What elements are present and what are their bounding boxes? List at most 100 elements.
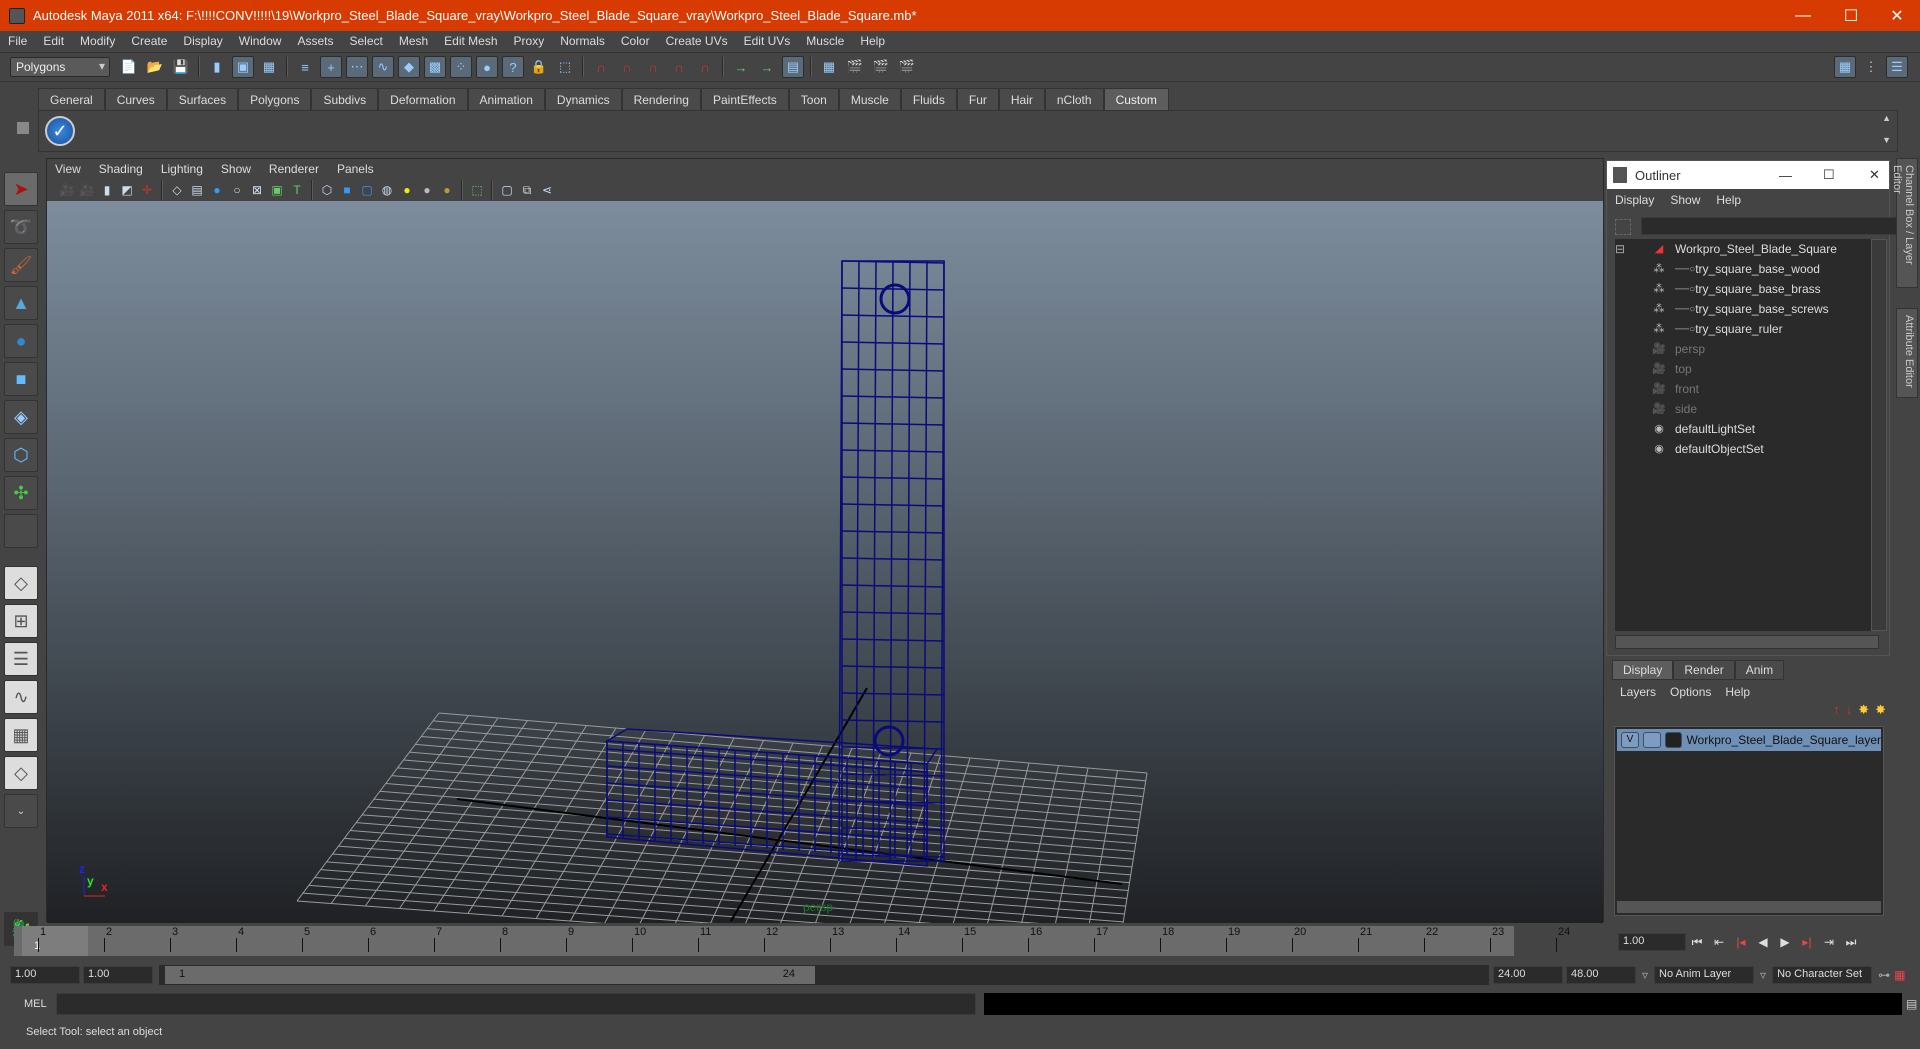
last-tool-slot[interactable]	[4, 514, 38, 548]
outliner-item[interactable]: ◉ defaultLightSet	[1615, 419, 1879, 439]
step-back-key-button[interactable]: ⇤	[1708, 935, 1730, 949]
step-forward-frame-button[interactable]: ▸|	[1796, 935, 1818, 949]
menu-mesh[interactable]: Mesh	[399, 34, 428, 48]
select-dynamics-icon[interactable]: ⁘	[450, 56, 472, 78]
shelf-tab-surfaces[interactable]: Surfaces	[166, 88, 239, 110]
shelf-tab-ncloth[interactable]: nCloth	[1044, 88, 1104, 110]
maximize-button[interactable]: ☐	[1828, 0, 1874, 31]
current-time-marker[interactable]: 1	[22, 926, 88, 956]
mel-label[interactable]: MEL	[10, 998, 47, 1010]
universal-manipulator-icon[interactable]: ◈	[4, 400, 38, 434]
shelf-tab-dynamics[interactable]: Dynamics	[544, 88, 622, 110]
safe-action-icon[interactable]: ▣	[268, 181, 286, 199]
snap-view-plane-icon[interactable]: ∩	[668, 56, 690, 78]
shelf-tab-painteffects[interactable]: PaintEffects	[700, 88, 789, 110]
attribute-editor-toggle-icon[interactable]: ▦	[1834, 56, 1856, 78]
select-tool-icon[interactable]: ➤	[4, 172, 38, 206]
viewport-menu-panels[interactable]: Panels	[337, 162, 374, 176]
tool-settings-toggle-icon[interactable]: ⋮	[1860, 56, 1882, 78]
anim-layer-dropdown-icon[interactable]: ▿	[1642, 968, 1648, 982]
animation-preferences-icon[interactable]: ▦	[1894, 968, 1905, 982]
menu-select[interactable]: Select	[349, 34, 382, 48]
menu-create-uvs[interactable]: Create UVs	[666, 34, 728, 48]
perspective-viewport[interactable]: View Shading Lighting Show Renderer Panels 🎥 …	[46, 158, 1604, 962]
anim-layer-field[interactable]: No Anim Layer	[1654, 966, 1755, 984]
outliner-menu-help[interactable]: Help	[1716, 193, 1741, 207]
menu-file[interactable]: File	[8, 34, 27, 48]
render-current-frame-icon[interactable]: 🎬	[844, 56, 866, 78]
outliner-item[interactable]: 🎥 front	[1615, 379, 1879, 399]
time-slider[interactable]: 1 12345678910111213141516171819202122232…	[14, 926, 1570, 956]
shelf-tab-animation[interactable]: Animation	[467, 88, 545, 110]
ipr-render-icon[interactable]: 🎬	[870, 56, 892, 78]
menu-window[interactable]: Window	[239, 34, 282, 48]
menu-edit-mesh[interactable]: Edit Mesh	[444, 34, 497, 48]
shelf-tab-general[interactable]: General	[38, 88, 105, 110]
outliner-item[interactable]: ⁂ ──○ try_square_base_wood	[1615, 259, 1879, 279]
shelf-tab-hair[interactable]: Hair	[998, 88, 1045, 110]
outliner-titlebar[interactable]: Outliner — ☐ ✕	[1607, 161, 1889, 189]
wireframe-icon[interactable]: ⬡	[318, 181, 336, 199]
create-layer-from-selected-icon[interactable]: ✸	[1875, 702, 1886, 724]
menu-display[interactable]: Display	[183, 34, 222, 48]
snap-point-icon[interactable]: ∩	[642, 56, 664, 78]
layer-hscrollbar[interactable]	[1617, 901, 1881, 913]
gate-mask-icon[interactable]: ○	[228, 181, 246, 199]
outliner-minimize-button[interactable]: —	[1779, 168, 1792, 183]
open-scene-icon[interactable]: 📂	[144, 56, 166, 78]
shelf-tab-toon[interactable]: Toon	[788, 88, 839, 110]
select-misc-icon[interactable]: ?	[502, 56, 524, 78]
outliner-item[interactable]: ◉ defaultObjectSet	[1615, 439, 1879, 459]
anim-start-field[interactable]: 1.00	[83, 966, 153, 984]
2d-pan-zoom-icon[interactable]: ✛	[138, 181, 156, 199]
layer-display-type-toggle[interactable]	[1642, 732, 1661, 748]
textured-icon[interactable]: ◍	[378, 181, 396, 199]
soft-modification-icon[interactable]: ⬡	[4, 438, 38, 472]
new-scene-icon[interactable]: 📄	[118, 56, 140, 78]
layer-color-swatch[interactable]	[1664, 732, 1683, 748]
menu-assets[interactable]: Assets	[297, 34, 333, 48]
safe-title-icon[interactable]: T	[288, 181, 306, 199]
layout-persp-outliner-graph-icon[interactable]: ◇	[4, 756, 38, 790]
layer-visibility-toggle[interactable]: V	[1621, 732, 1639, 748]
construction-history-icon[interactable]: ▤	[782, 56, 804, 78]
minimize-button[interactable]: —	[1780, 0, 1826, 31]
select-by-hierarchy-icon[interactable]: ▮	[206, 56, 228, 78]
step-back-frame-button[interactable]: |◂	[1730, 935, 1752, 949]
shelf-options[interactable]	[12, 90, 34, 152]
input-ops-icon[interactable]: →	[730, 56, 752, 78]
menu-modify[interactable]: Modify	[80, 34, 115, 48]
tab-channel-box-layer-editor[interactable]: Channel Box / Layer Editor	[1891, 158, 1918, 288]
select-curves-icon[interactable]: ∿	[372, 56, 394, 78]
menu-edit[interactable]: Edit	[43, 34, 64, 48]
lasso-tool-icon[interactable]: ➰	[4, 210, 38, 244]
create-empty-layer-icon[interactable]: ✸	[1858, 702, 1869, 724]
xray-icon[interactable]: ▢	[498, 181, 516, 199]
layout-single-perspective-icon[interactable]: ◇	[4, 566, 38, 600]
show-manipulator-icon[interactable]: ✣	[4, 476, 38, 510]
start-time-field[interactable]: 1.00	[10, 966, 80, 984]
image-plane-icon[interactable]: ◩	[118, 181, 136, 199]
outliner-search-input[interactable]	[1641, 217, 1897, 235]
menu-create[interactable]: Create	[131, 34, 167, 48]
viewport-menu-view[interactable]: View	[55, 162, 81, 176]
shelf-tab-fluids[interactable]: Fluids	[900, 88, 957, 110]
camera-attributes-icon[interactable]: 🎥	[78, 181, 96, 199]
save-scene-icon[interactable]: 💾	[170, 56, 192, 78]
outliner-item[interactable]: ⁂ ──○ try_square_base_screws	[1615, 299, 1879, 319]
go-to-end-button[interactable]: ⏭	[1840, 935, 1862, 950]
shelf-tab-custom[interactable]: Custom	[1103, 88, 1169, 110]
layer-menu-help[interactable]: Help	[1725, 685, 1750, 699]
outliner-close-button[interactable]: ✕	[1869, 167, 1880, 183]
move-tool-icon[interactable]: ▲	[4, 286, 38, 320]
grid-toggle-icon[interactable]: ◇	[168, 181, 186, 199]
shelf-tab-muscle[interactable]: Muscle	[838, 88, 901, 110]
layer-tab-render[interactable]: Render	[1673, 660, 1735, 680]
command-input[interactable]	[56, 993, 976, 1015]
film-gate-icon[interactable]: ▤	[188, 181, 206, 199]
select-handles-icon[interactable]: +	[320, 56, 342, 78]
anim-end-field[interactable]: 48.00	[1566, 966, 1636, 984]
play-backwards-button[interactable]: ◀	[1752, 935, 1774, 949]
viewport-menu-shading[interactable]: Shading	[99, 162, 143, 176]
move-layer-down-icon[interactable]: ↓	[1846, 702, 1853, 724]
